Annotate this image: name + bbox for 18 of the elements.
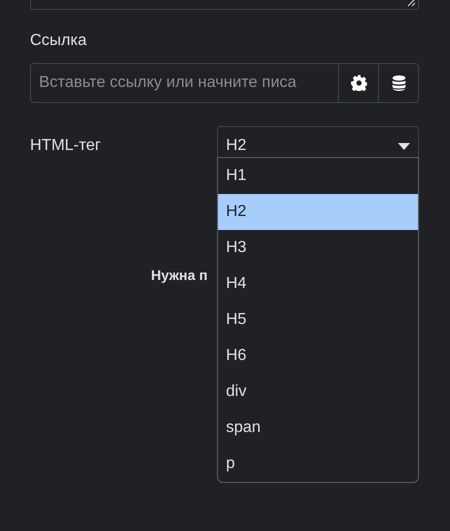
dropdown-option[interactable]: span [218,410,418,446]
caret-icon [398,142,410,150]
dropdown-option[interactable]: H3 [218,230,418,266]
dropdown-option[interactable]: p [218,446,418,482]
dropdown-option[interactable]: H2 [218,194,418,230]
database-button[interactable] [379,63,419,103]
dropdown-option[interactable]: H5 [218,302,418,338]
settings-button[interactable] [339,63,379,103]
note-text: Нужна п [151,267,208,283]
field-label: Ссылка [30,32,87,50]
dropdown-option[interactable]: H4 [218,266,418,302]
database-icon [392,75,406,91]
dropdown-option[interactable]: H6 [218,338,418,374]
resize-grip-icon[interactable] [407,0,416,7]
settings-icon [350,75,366,91]
link-input[interactable]: Вставьте ссылку или начните писа [30,63,339,103]
field-label: HTML-тег [30,137,101,155]
dropdown-option[interactable]: div [218,374,418,410]
